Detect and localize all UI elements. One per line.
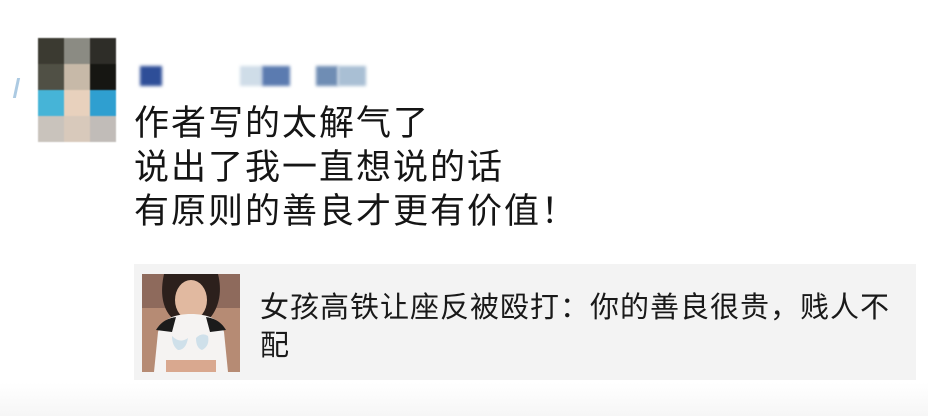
- edge-mark: [12, 78, 21, 98]
- post-text: 作者写的太解气了 说出了我一直想说的话 有原则的善良才更有价值！: [134, 102, 914, 234]
- post-text-line: 作者写的太解气了: [134, 104, 431, 144]
- article-title: 女孩高铁让座反被殴打：你的善良很贵，贱人不配: [260, 290, 891, 362]
- post-text-line: 说出了我一直想说的话: [134, 148, 505, 188]
- social-post: 作者写的太解气了 说出了我一直想说的话 有原则的善良才更有价值！ 女孩高铁让座反…: [0, 0, 928, 416]
- post-text-line: 有原则的善良才更有价值！: [134, 192, 579, 232]
- article-thumbnail: [142, 274, 240, 372]
- author-name-censored[interactable]: [140, 66, 380, 90]
- author-avatar[interactable]: [38, 38, 116, 142]
- shared-article-card[interactable]: 女孩高铁让座反被殴打：你的善良很贵，贱人不配: [134, 264, 916, 380]
